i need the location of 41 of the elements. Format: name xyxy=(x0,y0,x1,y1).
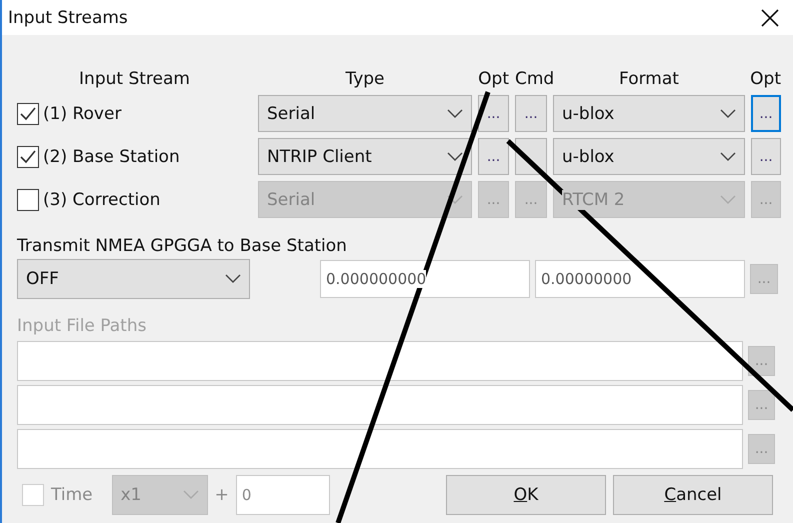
column-header: Cmd xyxy=(515,68,554,90)
dialog-button[interactable]: Cancel xyxy=(613,475,773,515)
chevron-icon xyxy=(720,152,736,162)
checkbox[interactable] xyxy=(17,102,39,124)
dialog-button[interactable]: OK xyxy=(446,475,606,515)
window-title: Input Streams xyxy=(8,8,128,28)
chevron-icon xyxy=(225,274,241,284)
input-field[interactable] xyxy=(17,341,743,381)
type-dropdown[interactable]: NTRIP Client xyxy=(258,138,472,175)
format-dropdown[interactable]: u-blox xyxy=(553,95,745,132)
section-label: Transmit NMEA GPGGA to Base Station xyxy=(17,235,348,257)
options-button[interactable]: ... xyxy=(478,138,509,175)
column-header: Opt xyxy=(750,68,781,90)
format-dropdown[interactable]: u-blox xyxy=(553,138,745,175)
stream-label: (1) Rover xyxy=(43,104,122,124)
stream-label: (3) Correction xyxy=(43,190,160,210)
column-header: Input Stream xyxy=(78,68,191,90)
chevron-icon xyxy=(720,194,736,204)
column-header: Type xyxy=(344,68,386,90)
close-icon[interactable] xyxy=(759,6,781,28)
stream-label: (2) Base Station xyxy=(43,146,180,166)
chevron-icon xyxy=(447,194,463,204)
mode-dropdown[interactable]: OFF xyxy=(17,259,250,299)
chevron-icon xyxy=(447,152,463,162)
section-label: Input File Paths xyxy=(17,315,148,337)
time-label: Time xyxy=(51,485,93,505)
input-field[interactable]: 0.00000000 xyxy=(535,260,745,298)
checkbox[interactable] xyxy=(17,146,39,168)
options-button[interactable]: ... xyxy=(751,95,781,132)
command-button[interactable]: ... xyxy=(515,95,547,132)
plus-sign: + xyxy=(214,485,229,505)
chevron-icon xyxy=(182,490,199,500)
type-dropdown[interactable]: Serial xyxy=(258,95,472,132)
input-field[interactable] xyxy=(17,385,743,425)
input-field[interactable] xyxy=(17,429,743,469)
column-header: Opt xyxy=(478,68,509,90)
options-button[interactable]: ... xyxy=(751,138,781,175)
column-header: Format xyxy=(618,68,680,90)
chevron-icon xyxy=(447,108,463,118)
input-field[interactable]: 0.000000000 xyxy=(320,260,530,298)
chevron-icon xyxy=(720,108,736,118)
